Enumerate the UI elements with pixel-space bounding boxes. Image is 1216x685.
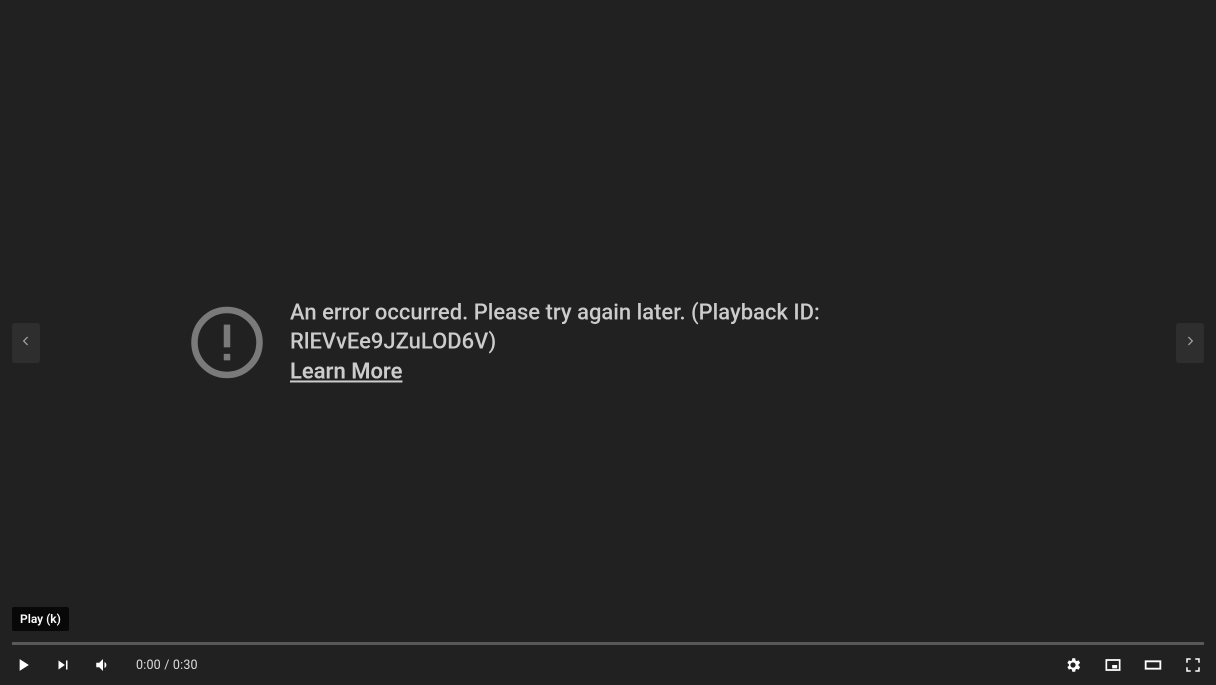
- next-button[interactable]: [52, 654, 74, 676]
- current-time: 0:00: [136, 658, 161, 673]
- volume-icon: [94, 656, 112, 674]
- mute-button[interactable]: [92, 654, 114, 676]
- player-controls: 0:00 / 0:30: [0, 645, 1216, 685]
- next-icon: [54, 656, 72, 674]
- fullscreen-button[interactable]: [1182, 654, 1204, 676]
- duration: 0:30: [173, 658, 198, 673]
- previous-video-button[interactable]: [12, 323, 40, 363]
- controls-right: [1062, 654, 1204, 676]
- error-message: An error occurred. Please try again late…: [290, 300, 820, 355]
- chevron-left-icon: [19, 333, 33, 352]
- play-icon: [13, 655, 33, 675]
- learn-more-link[interactable]: Learn More: [290, 359, 402, 384]
- miniplayer-button[interactable]: [1102, 654, 1124, 676]
- controls-left: 0:00 / 0:30: [12, 654, 198, 676]
- gear-icon: [1064, 656, 1082, 674]
- chevron-right-icon: [1183, 333, 1197, 352]
- theater-mode-button[interactable]: [1142, 654, 1164, 676]
- theater-icon: [1142, 654, 1164, 676]
- time-separator: /: [161, 658, 173, 673]
- playback-error: An error occurred. Please try again late…: [188, 298, 1028, 387]
- miniplayer-icon: [1103, 655, 1123, 675]
- error-text-block: An error occurred. Please try again late…: [290, 298, 1028, 387]
- play-tooltip: Play (k): [12, 607, 69, 631]
- settings-button[interactable]: [1062, 654, 1084, 676]
- play-button[interactable]: [12, 654, 34, 676]
- fullscreen-icon: [1184, 656, 1202, 674]
- next-video-button[interactable]: [1176, 323, 1204, 363]
- alert-circle-icon: [188, 304, 266, 382]
- time-display: 0:00 / 0:30: [136, 658, 198, 673]
